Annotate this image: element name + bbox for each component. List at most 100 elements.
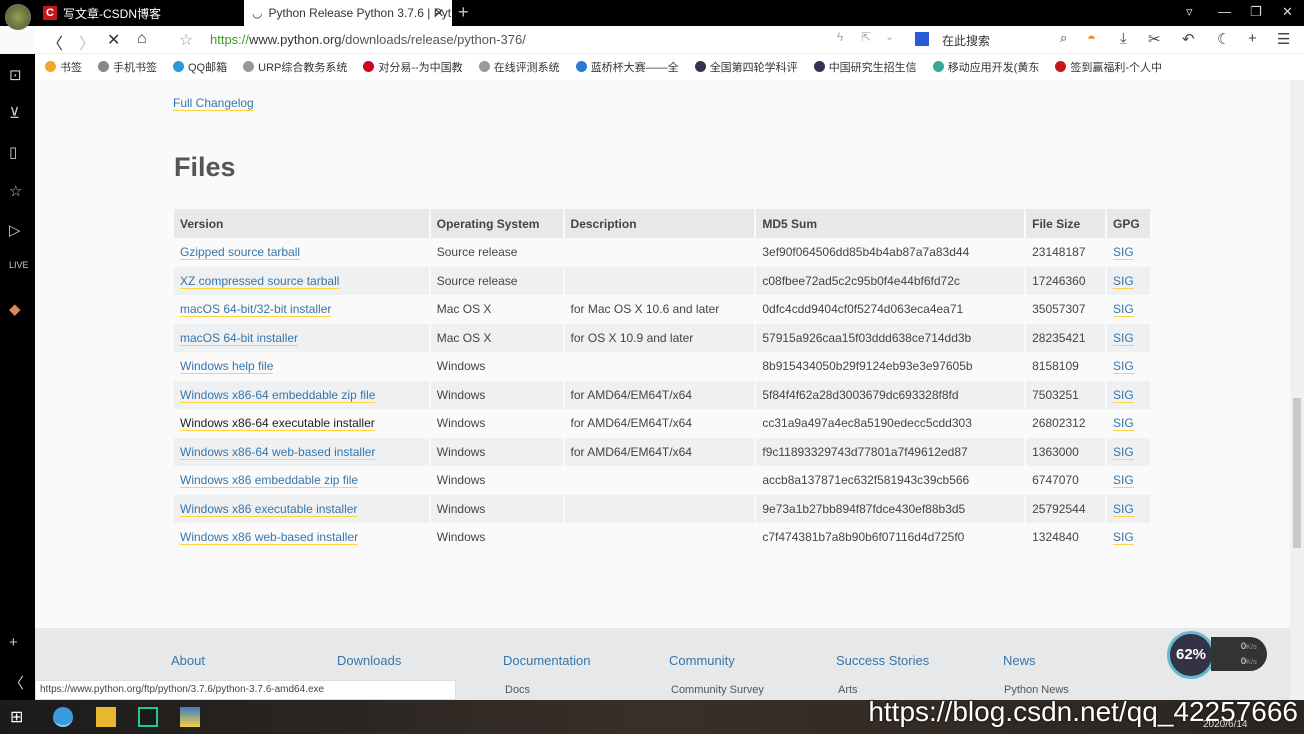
footer-success-stories[interactable]: Success Stories — [836, 653, 929, 668]
footer-docs-link[interactable]: Docs — [505, 684, 530, 696]
file-download-link[interactable]: Gzipped source tarball — [180, 245, 301, 261]
table-cell: Windows — [429, 380, 565, 409]
table-row: XZ compressed source tarball Source relea… — [174, 266, 1152, 295]
user-avatar[interactable] — [5, 4, 31, 30]
bookmark-item[interactable]: QQ邮箱 — [173, 59, 227, 75]
file-download-link[interactable]: XZ compressed source tarball — [180, 273, 340, 289]
file-download-link[interactable]: macOS 64-bit installer — [180, 330, 299, 346]
chevron-down-icon[interactable]: ⌄ — [885, 30, 894, 43]
url-field[interactable]: https://www.python.org/downloads/release… — [210, 32, 526, 47]
stop-button[interactable]: ✕ — [107, 30, 120, 50]
back-button[interactable]: 〈 — [47, 30, 63, 54]
sig-link[interactable]: SIG — [1113, 302, 1134, 318]
sig-link[interactable]: SIG — [1113, 359, 1134, 375]
table-cell: 17246360 — [1025, 266, 1108, 295]
browser-taskbar-icon[interactable] — [53, 707, 73, 727]
address-bar: 〈 〉 ✕ ⌂ ☆ https://www.python.org/downloa… — [35, 26, 1304, 54]
file-explorer-icon[interactable] — [96, 707, 116, 727]
game-icon[interactable]: ◓ — [1087, 30, 1096, 47]
bookmark-item[interactable]: 对分易--为中国教 — [363, 59, 463, 75]
full-changelog-link[interactable]: Full Changelog — [173, 96, 254, 111]
table-cell: Windows x86 embeddable zip file — [174, 466, 431, 495]
bookmark-item[interactable]: 蓝桥杯大赛——全 — [575, 59, 679, 75]
tab-csdn[interactable]: C 写文章-CSDN博客 — [35, 0, 243, 26]
bookmark-item[interactable]: 中国研究生招生信 — [813, 59, 917, 75]
sig-link[interactable]: SIG — [1113, 501, 1134, 517]
bookmark-item[interactable]: 移动应用开发(黄东 — [932, 59, 1039, 75]
restore-button[interactable]: ❐ — [1250, 4, 1262, 20]
pycharm-icon[interactable] — [138, 707, 158, 727]
bookmark-item[interactable]: 在线评测系统 — [478, 59, 560, 75]
home-button[interactable]: ⌂ — [137, 30, 147, 48]
menu-icon[interactable]: ☰ — [1277, 30, 1290, 48]
lightning-icon[interactable]: ϟ — [837, 30, 843, 44]
file-download-link[interactable]: Windows x86-64 web-based installer — [180, 444, 376, 460]
vertical-scrollbar[interactable] — [1290, 80, 1304, 700]
collapse-sidebar-icon[interactable]: 〈 — [9, 672, 24, 693]
table-cell: SIG — [1106, 437, 1152, 466]
table-cell: c7f474381b7a8b90b6f07116d4d725f0 — [755, 523, 1027, 552]
bookmark-item[interactable]: 手机书签 — [98, 59, 157, 75]
sig-link[interactable]: SIG — [1113, 473, 1134, 489]
table-cell: SIG — [1106, 466, 1152, 495]
footer-documentation[interactable]: Documentation — [503, 653, 590, 668]
baidu-icon[interactable] — [915, 32, 929, 46]
footer-python-news-link[interactable]: Python News — [1004, 684, 1069, 696]
bookmark-item[interactable]: 书签 — [45, 59, 82, 75]
close-tab-icon[interactable]: ✕ — [434, 6, 444, 20]
footer-arts-link[interactable]: Arts — [838, 684, 858, 696]
close-window-button[interactable]: ✕ — [1282, 4, 1293, 20]
scissors-icon[interactable]: ✂ — [1148, 30, 1161, 48]
python-installer-icon[interactable] — [180, 707, 200, 727]
file-download-link[interactable]: macOS 64-bit/32-bit installer — [180, 302, 332, 318]
sig-link[interactable]: SIG — [1113, 416, 1134, 432]
sig-link[interactable]: SIG — [1113, 273, 1134, 289]
scrollbar-thumb[interactable] — [1293, 398, 1301, 548]
tab-python[interactable]: ◡ Python Release Python 3.7.6 | Pyt ✕ — [244, 0, 452, 26]
sig-link[interactable]: SIG — [1113, 245, 1134, 261]
file-download-link[interactable]: Windows x86-64 embeddable zip file — [180, 387, 376, 403]
footer-downloads[interactable]: Downloads — [337, 653, 401, 668]
search-icon[interactable]: ⌕ — [1060, 30, 1067, 46]
download-icon[interactable]: ⤓ — [1120, 30, 1127, 47]
table-cell: cc31a9a497a4ec8a5190edecc5cdd303 — [755, 409, 1027, 438]
sig-link[interactable]: SIG — [1113, 444, 1134, 460]
favorites-icon[interactable]: ☆ — [9, 182, 22, 200]
minimize-button[interactable]: — — [1218, 4, 1231, 19]
windows-start-icon[interactable]: ⊞ — [10, 707, 30, 727]
sig-link[interactable]: SIG — [1113, 330, 1134, 346]
bookmark-icon — [694, 61, 706, 72]
new-tab-button[interactable]: + — [458, 2, 469, 23]
video-icon[interactable]: ▷ — [9, 221, 21, 239]
add-icon[interactable]: + — [1248, 30, 1257, 47]
table-cell: 1324840 — [1025, 523, 1108, 552]
live-icon[interactable]: LIVE — [9, 260, 29, 270]
game-app-icon[interactable]: ◆ — [9, 300, 21, 318]
cart-icon[interactable]: ⊻ — [9, 104, 20, 122]
footer-about[interactable]: About — [171, 653, 205, 668]
file-download-link[interactable]: Windows x86 executable installer — [180, 501, 358, 517]
sig-link[interactable]: SIG — [1113, 530, 1134, 546]
search-input[interactable]: 在此搜索 — [942, 32, 990, 49]
file-download-link[interactable]: Windows x86 web-based installer — [180, 530, 359, 546]
share-icon[interactable]: ⇱ — [861, 30, 871, 44]
bookmark-item[interactable]: 签到赢福利-个人中 — [1055, 59, 1162, 75]
bookmark-item[interactable]: 全国第四轮学科评 — [694, 59, 798, 75]
footer-community[interactable]: Community — [669, 653, 735, 668]
forward-button[interactable]: 〉 — [79, 30, 95, 54]
footer-news[interactable]: News — [1003, 653, 1036, 668]
star-icon[interactable]: ☆ — [179, 30, 193, 50]
add-sidebar-icon[interactable]: + — [9, 634, 18, 651]
table-row: Windows x86 executable installer Windows 9… — [174, 494, 1152, 523]
skin-icon[interactable]: ▿ — [1186, 4, 1193, 20]
footer-survey-link[interactable]: Community Survey — [671, 684, 764, 696]
bag-icon[interactable]: ⊡ — [9, 66, 22, 84]
file-download-link[interactable]: Windows x86 embeddable zip file — [180, 473, 359, 489]
book-icon[interactable]: ▯ — [9, 143, 17, 161]
file-download-link[interactable]: Windows x86-64 executable installer — [180, 416, 375, 432]
bookmark-item[interactable]: URP综合教务系统 — [243, 59, 347, 75]
undo-icon[interactable]: ↶ — [1182, 30, 1195, 48]
night-mode-icon[interactable]: ☾ — [1217, 30, 1230, 48]
sig-link[interactable]: SIG — [1113, 387, 1134, 403]
file-download-link[interactable]: Windows help file — [180, 359, 274, 375]
